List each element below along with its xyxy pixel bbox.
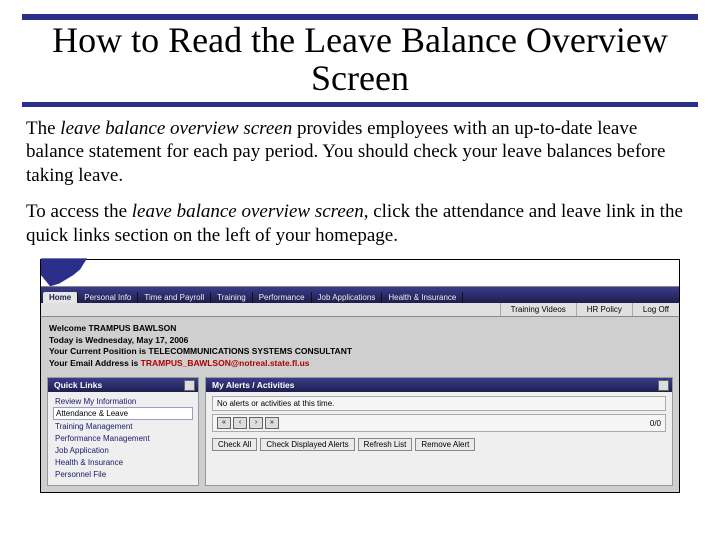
link-log-off[interactable]: Log Off [632, 303, 679, 316]
ql-personnel-file[interactable]: Personnel File [53, 468, 193, 480]
link-hr-policy[interactable]: HR Policy [576, 303, 632, 316]
position-line: Your Current Position is TELECOMMUNICATI… [49, 346, 671, 357]
slide: How to Read the Leave Balance Overview S… [0, 0, 720, 540]
pager-buttons: «‹›» [217, 417, 281, 429]
emphasis: leave balance overview screen [132, 201, 364, 222]
paragraph-1: The leave balance overview screen provid… [26, 117, 694, 188]
alerts-pager: «‹›» 0/0 [212, 414, 666, 432]
alerts-empty-row: No alerts or activities at this time. [212, 396, 666, 411]
rule-mid [22, 102, 698, 107]
welcome-block: Welcome TRAMPUS BAWLSON Today is Wednesd… [41, 317, 679, 377]
link-training-videos[interactable]: Training Videos [500, 303, 576, 316]
tab-health-insurance[interactable]: Health & Insurance [382, 292, 463, 303]
collapse-icon[interactable] [658, 380, 669, 391]
body-text: The leave balance overview screen provid… [26, 117, 694, 248]
remove-alert-button[interactable]: Remove Alert [415, 438, 475, 451]
ql-attendance-and-leave[interactable]: Attendance & Leave [53, 407, 193, 420]
tab-training[interactable]: Training [211, 292, 253, 303]
collapse-icon[interactable] [184, 380, 195, 391]
tab-home[interactable]: Home [43, 292, 78, 303]
alerts-body: No alerts or activities at this time. «‹… [206, 392, 672, 457]
nav-tabs: Home Personal Info Time and Payroll Trai… [41, 287, 679, 303]
panels-row: Quick Links Review My Information Attend… [41, 377, 679, 492]
page-title: How to Read the Leave Balance Overview S… [32, 22, 688, 98]
next-page-icon[interactable]: › [249, 417, 263, 429]
tab-time-payroll[interactable]: Time and Payroll [138, 292, 211, 303]
emphasis: leave balance overview screen [60, 118, 292, 139]
florida-map-icon [41, 258, 87, 286]
tab-performance[interactable]: Performance [253, 292, 312, 303]
first-page-icon[interactable]: « [217, 417, 231, 429]
prev-page-icon[interactable]: ‹ [233, 417, 247, 429]
ql-training-management[interactable]: Training Management [53, 420, 193, 432]
check-all-button[interactable]: Check All [212, 438, 257, 451]
quick-links-panel: Quick Links Review My Information Attend… [47, 377, 199, 486]
quick-links-header: Quick Links [48, 378, 198, 392]
welcome-line: Welcome TRAMPUS BAWLSON [49, 323, 671, 334]
alerts-button-row: Check All Check Displayed Alerts Refresh… [212, 436, 666, 453]
ql-review-my-information[interactable]: Review My Information [53, 395, 193, 407]
ql-health-insurance[interactable]: Health & Insurance [53, 456, 193, 468]
title-wrap: How to Read the Leave Balance Overview S… [22, 22, 698, 98]
email-line: Your Email Address is TRAMPUS_BAWLSON@no… [49, 358, 671, 369]
today-line: Today is Wednesday, May 17, 2006 [49, 335, 671, 346]
tab-job-applications[interactable]: Job Applications [312, 292, 383, 303]
app-banner [41, 260, 679, 287]
embedded-screenshot: Home Personal Info Time and Payroll Trai… [40, 259, 680, 493]
last-page-icon[interactable]: » [265, 417, 279, 429]
utility-bar: Training Videos HR Policy Log Off [41, 303, 679, 317]
alerts-panel: My Alerts / Activities No alerts or acti… [205, 377, 673, 486]
quick-links-list: Review My Information Attendance & Leave… [48, 392, 198, 485]
paragraph-2: To access the leave balance overview scr… [26, 200, 694, 248]
refresh-list-button[interactable]: Refresh List [358, 438, 413, 451]
alerts-counter: 0/0 [650, 419, 661, 428]
check-displayed-button[interactable]: Check Displayed Alerts [260, 438, 354, 451]
email-value: TRAMPUS_BAWLSON@notreal.state.fl.us [141, 358, 310, 368]
alerts-header: My Alerts / Activities [206, 378, 672, 392]
ql-performance-management[interactable]: Performance Management [53, 432, 193, 444]
tab-personal-info[interactable]: Personal Info [78, 292, 138, 303]
ql-job-application[interactable]: Job Application [53, 444, 193, 456]
